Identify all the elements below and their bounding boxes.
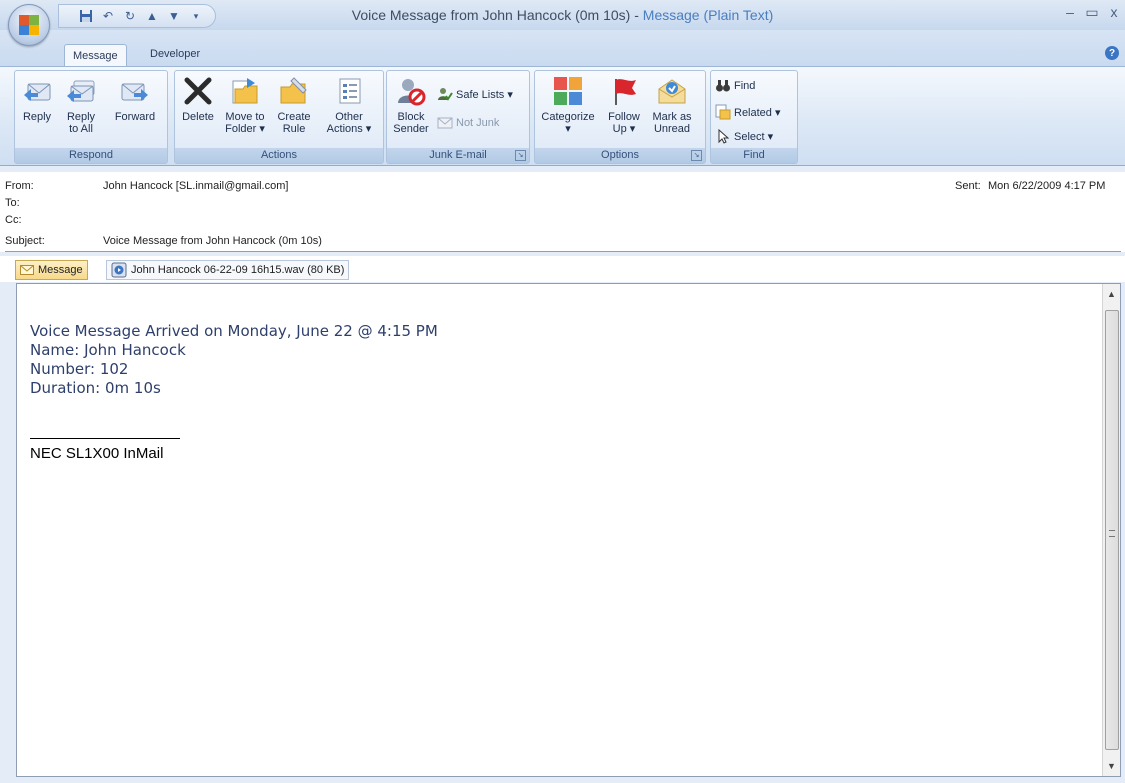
vertical-scrollbar[interactable]: ▲ ▼ <box>1102 284 1120 776</box>
body-line-arrival: Voice Message Arrived on Monday, June 22… <box>30 322 438 340</box>
ribbon-tabs: Message Developer ? <box>0 30 1125 66</box>
help-icon[interactable]: ? <box>1105 46 1119 60</box>
tab-developer[interactable]: Developer <box>142 44 208 64</box>
body-line-duration: Duration: 0m 10s <box>30 379 161 397</box>
signature: NEC SL1X00 InMail <box>30 445 164 462</box>
categorize-icon <box>554 77 582 105</box>
forward-button[interactable]: Forward <box>109 75 161 123</box>
mark-as-unread-button[interactable]: Mark as Unread <box>649 75 695 135</box>
group-actions: Delete Move to Folder ▾ Create Rule Other A… <box>174 70 384 164</box>
categorize-button[interactable]: Categorize ▾ <box>539 75 597 135</box>
body-line-name: Name: John Hancock <box>30 341 186 359</box>
select-cursor-icon <box>715 128 731 144</box>
attachments-bar: Message John Hancock 06-22-09 16h15.wav … <box>0 256 1125 282</box>
scroll-up-icon[interactable]: ▲ <box>1103 286 1120 302</box>
junk-email-launcher-icon[interactable]: ↘ <box>515 150 526 161</box>
subject-value: Voice Message from John Hancock (0m 10s) <box>103 235 322 247</box>
title-bar: ↶ ↻ ▲ ▼ ▾ Voice Message from John Hancoc… <box>0 0 1125 30</box>
office-logo-icon <box>19 15 39 35</box>
other-actions-button[interactable]: Other Actions ▾ <box>321 75 377 135</box>
sent-value: Mon 6/22/2009 4:17 PM <box>988 180 1106 192</box>
body-line-number: Number: 102 <box>30 360 129 378</box>
reply-button[interactable]: Reply <box>19 75 55 123</box>
window-title: Voice Message from John Hancock (0m 10s)… <box>351 7 774 23</box>
group-label-options: Options <box>535 148 705 163</box>
message-tab-button[interactable]: Message <box>15 260 88 280</box>
audio-file-icon <box>111 262 127 278</box>
move-to-folder-button[interactable]: Move to Folder ▾ <box>223 75 267 135</box>
to-label: To: <box>5 197 20 209</box>
ribbon: Reply Reply to All Forward Respond Delete… <box>0 66 1125 166</box>
cc-label: Cc: <box>5 214 22 226</box>
safe-lists-button[interactable]: Safe Lists ▾ <box>437 85 513 103</box>
create-rule-icon <box>280 77 307 104</box>
binoculars-icon <box>715 78 731 94</box>
safe-lists-icon <box>437 86 453 102</box>
block-sender-icon <box>398 79 426 106</box>
office-button[interactable] <box>8 4 50 46</box>
not-junk-icon <box>437 115 453 131</box>
related-icon <box>715 104 731 120</box>
from-value[interactable]: John Hancock [SL.inmail@gmail.com] <box>103 180 288 192</box>
message-text: Voice Message Arrived on Monday, June 22… <box>30 322 438 398</box>
tab-message[interactable]: Message <box>64 44 127 66</box>
not-junk-button[interactable]: Not Junk <box>437 114 499 132</box>
group-label-respond: Respond <box>15 148 167 163</box>
group-find: Find Related ▾ Select ▾ Find <box>710 70 798 164</box>
group-options: Categorize ▾ Follow Up ▾ Mark as Unread Opt… <box>534 70 706 164</box>
window-controls: – ▭ x <box>1059 2 1125 22</box>
move-to-folder-icon <box>232 78 258 104</box>
forward-icon <box>121 83 148 101</box>
create-rule-button[interactable]: Create Rule <box>273 75 315 135</box>
message-header: From: John Hancock [SL.inmail@gmail.com]… <box>0 172 1125 252</box>
wav-attachment[interactable]: John Hancock 06-22-09 16h15.wav (80 KB) <box>106 260 350 280</box>
reply-all-button[interactable]: Reply to All <box>61 75 101 135</box>
header-divider <box>5 251 1121 252</box>
scroll-down-icon[interactable]: ▼ <box>1103 758 1120 774</box>
find-button[interactable]: Find <box>715 77 755 95</box>
outlook-message-window: ↶ ↻ ▲ ▼ ▾ Voice Message from John Hancoc… <box>0 0 1125 783</box>
maximize-button[interactable]: ▭ <box>1081 2 1103 22</box>
options-launcher-icon[interactable]: ↘ <box>691 150 702 161</box>
group-label-junk-email: Junk E-mail <box>387 148 529 163</box>
reply-icon <box>24 83 51 101</box>
group-label-actions: Actions <box>175 148 383 163</box>
envelope-icon <box>20 265 34 275</box>
mark-as-unread-icon <box>658 79 686 104</box>
follow-up-flag-icon <box>615 79 636 105</box>
minimize-button[interactable]: – <box>1059 2 1081 22</box>
scroll-grip-icon <box>1109 530 1115 537</box>
scroll-thumb[interactable] <box>1105 310 1119 750</box>
select-button[interactable]: Select ▾ <box>715 127 773 145</box>
from-label: From: <box>5 180 34 192</box>
related-button[interactable]: Related ▾ <box>715 103 781 121</box>
delete-button[interactable]: Delete <box>179 75 217 123</box>
sent-label: Sent: <box>955 180 981 192</box>
group-label-find: Find <box>711 148 797 163</box>
block-sender-button[interactable]: Block Sender <box>391 75 431 135</box>
message-body[interactable]: Voice Message Arrived on Monday, June 22… <box>16 283 1121 777</box>
other-actions-icon <box>339 78 361 104</box>
reply-all-icon <box>67 80 95 102</box>
close-button[interactable]: x <box>1103 2 1125 22</box>
follow-up-button[interactable]: Follow Up ▾ <box>603 75 645 135</box>
delete-icon <box>184 77 212 105</box>
group-junk-email: Block Sender Safe Lists ▾ Not Junk Junk E… <box>386 70 530 164</box>
subject-label: Subject: <box>5 235 45 247</box>
group-respond: Reply Reply to All Forward Respond <box>14 70 168 164</box>
signature-divider <box>30 438 180 439</box>
